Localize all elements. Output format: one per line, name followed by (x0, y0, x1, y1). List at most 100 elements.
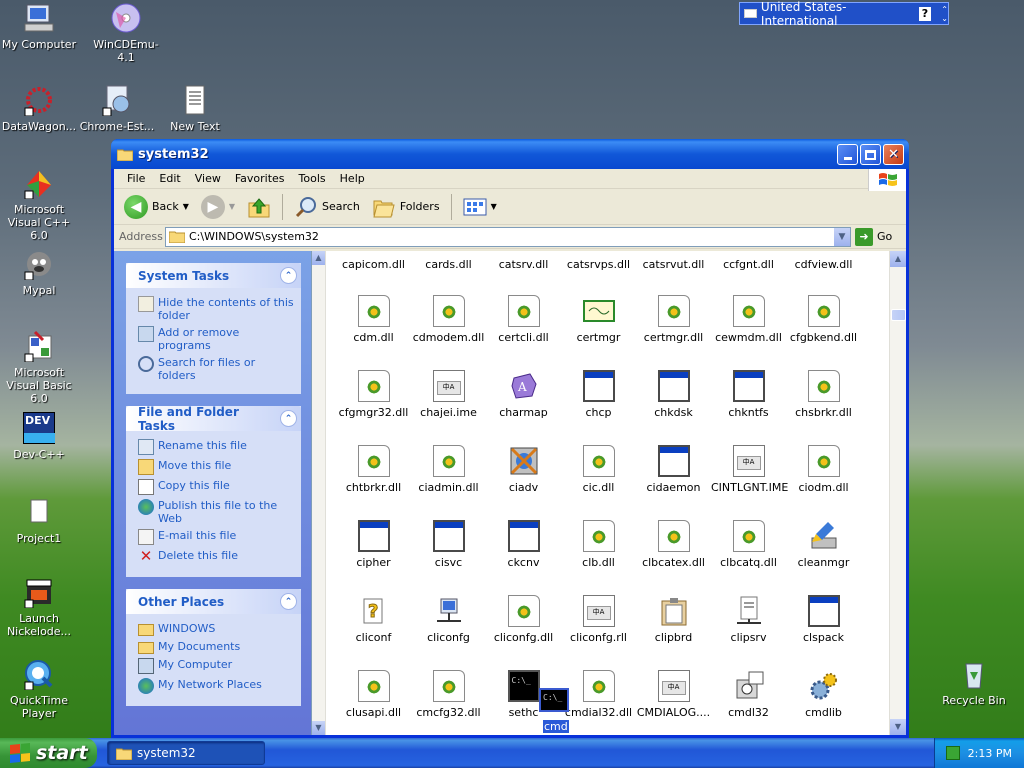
file-item[interactable]: cleanmgr (786, 520, 861, 569)
views-button[interactable]: ▼ (459, 195, 501, 219)
place-my-network[interactable]: My Network Places (138, 678, 295, 694)
place-windows[interactable]: WINDOWS (138, 622, 295, 636)
task-publish-web[interactable]: Publish this file to the Web (138, 499, 295, 525)
taskbar-item-system32[interactable]: system32 (107, 741, 265, 765)
file-item[interactable]: clbcatq.dll (711, 520, 786, 569)
file-list[interactable]: ▲ ▼ capicom.dll cards.dll catsrv.dll catsrv… (311, 251, 906, 735)
back-button[interactable]: ◀ Back ▼ (120, 193, 193, 221)
file-item[interactable]: ciodm.dll (786, 445, 861, 494)
file-item[interactable]: chajei.ime (411, 370, 486, 419)
folders-button[interactable]: Folders (368, 193, 444, 221)
task-copy-file[interactable]: Copy this file (138, 479, 295, 495)
file-item[interactable]: clusapi.dll (336, 670, 411, 719)
desktop-icon-mypal[interactable]: Mypal (0, 248, 78, 297)
file-item[interactable]: cmdial32.dll (561, 670, 636, 719)
menu-tools[interactable]: Tools (292, 172, 333, 185)
file-item[interactable]: ciadv (486, 445, 561, 494)
dragged-cmd-icon[interactable] (539, 688, 569, 712)
task-move-file[interactable]: Move this file (138, 459, 295, 475)
file-item[interactable]: ciadmin.dll (411, 445, 486, 494)
collapse-chevron-icon[interactable]: ⌃ (280, 410, 297, 427)
address-input[interactable]: C:\WINDOWS\system32 ▼ (165, 226, 851, 247)
file-item[interactable]: chsbrkr.dll (786, 370, 861, 419)
desktop-icon-quicktime[interactable]: QuickTime Player (0, 658, 78, 720)
file-item-label[interactable]: catsrvps.dll (561, 258, 636, 271)
desktop-icon-chrome-est[interactable]: Chrome-Est... (78, 84, 156, 133)
file-item[interactable]: chkntfs (711, 370, 786, 419)
minimize-button[interactable] (837, 144, 858, 165)
file-item[interactable]: chtbrkr.dll (336, 445, 411, 494)
file-item[interactable]: cidaemon (636, 445, 711, 494)
task-rename-file[interactable]: Rename this file (138, 439, 295, 455)
desktop-icon-new-text[interactable]: New Text (156, 84, 234, 133)
desktop-icon-datawagon[interactable]: DataWagon... (0, 84, 78, 133)
file-item[interactable]: clipbrd (636, 595, 711, 644)
task-delete-file[interactable]: ✕ Delete this file (138, 549, 295, 565)
dropdown-arrow-icon[interactable]: ▼ (183, 202, 189, 211)
collapse-chevron-icon[interactable]: ⌃ (280, 593, 297, 610)
file-item[interactable]: cdmodem.dll (411, 295, 486, 344)
file-item-label[interactable]: cdfview.dll (786, 258, 861, 271)
file-item[interactable]: clipsrv (711, 595, 786, 644)
file-item[interactable]: chcp (561, 370, 636, 419)
vertical-scrollbar[interactable]: ▲ ▼ (889, 251, 906, 735)
scroll-down-icon[interactable]: ▼ (890, 719, 906, 735)
file-item[interactable]: cic.dll (561, 445, 636, 494)
file-item[interactable]: chkdsk (636, 370, 711, 419)
file-item[interactable]: certmgr.dll (636, 295, 711, 344)
inner-scrollbar[interactable]: ▲ ▼ (312, 251, 326, 735)
scroll-up-icon[interactable]: ▲ (312, 251, 325, 265)
desktop-icon-nickelodeon[interactable]: Launch Nickelode... (0, 576, 78, 638)
file-item[interactable]: cewmdm.dll (711, 295, 786, 344)
scroll-down-icon[interactable]: ▼ (312, 721, 325, 735)
menu-help[interactable]: Help (333, 172, 372, 185)
address-dropdown-icon[interactable]: ▼ (833, 227, 850, 246)
close-button[interactable]: ✕ (883, 144, 904, 165)
other-places-header[interactable]: Other Places ⌃ (126, 589, 301, 614)
place-my-documents[interactable]: My Documents (138, 640, 295, 654)
file-item[interactable]: cliconfg.rll (561, 595, 636, 644)
file-item[interactable]: CINTLGNT.IME (711, 445, 788, 494)
title-bar[interactable]: system32 ✕ (111, 139, 909, 169)
file-item-label[interactable]: catsrvut.dll (636, 258, 711, 271)
desktop-icon-recycle-bin[interactable]: Recycle Bin (935, 658, 1013, 707)
file-item[interactable]: cmcfg32.dll (411, 670, 486, 719)
start-button[interactable]: start (0, 738, 97, 768)
desktop-icon-wincdemu[interactable]: WinCDEmu-4.1 (87, 2, 165, 64)
desktop-icon-devcpp[interactable]: DEV Dev-C++ (0, 412, 78, 461)
file-item[interactable]: cfgmgr32.dll (336, 370, 411, 419)
desktop-icon-vc6[interactable]: Microsoft Visual C++ 6.0 (0, 167, 78, 242)
network-icon[interactable] (945, 746, 960, 760)
file-item[interactable]: ? cliconf (336, 595, 411, 644)
file-item[interactable]: cfgbkend.dll (786, 295, 861, 344)
collapse-chevron-icon[interactable]: ⌃ (280, 267, 297, 284)
file-item[interactable]: cdm.dll (336, 295, 411, 344)
task-email-file[interactable]: E-mail this file (138, 529, 295, 545)
file-item[interactable]: cmdl32 (711, 670, 786, 719)
place-my-computer[interactable]: My Computer (138, 658, 295, 674)
help-icon[interactable]: ? (918, 6, 932, 21)
file-item[interactable]: cipher (336, 520, 411, 569)
file-item-label[interactable]: capicom.dll (336, 258, 411, 271)
file-item[interactable]: cmdlib (786, 670, 861, 719)
file-item[interactable]: clb.dll (561, 520, 636, 569)
file-item[interactable]: Acharmap (486, 370, 561, 419)
menu-file[interactable]: File (120, 172, 152, 185)
go-button[interactable]: ➜ Go (855, 227, 892, 246)
file-item[interactable]: clspack (786, 595, 861, 644)
file-item[interactable]: CMDIALOG.... (636, 670, 711, 719)
file-item[interactable]: ckcnv (486, 520, 561, 569)
file-item[interactable]: cliconfg.dll (486, 595, 561, 644)
language-bar-options-icon[interactable]: ⌃ ⌄ (941, 5, 948, 23)
scroll-up-icon[interactable]: ▲ (890, 251, 906, 267)
menu-favorites[interactable]: Favorites (228, 172, 292, 185)
task-search-files[interactable]: Search for files or folders (138, 356, 295, 382)
file-item-label[interactable]: ccfgnt.dll (711, 258, 786, 271)
scroll-thumb[interactable] (891, 309, 906, 321)
file-item-label[interactable]: cards.dll (411, 258, 486, 271)
menu-view[interactable]: View (188, 172, 228, 185)
up-folder-button[interactable] (243, 193, 275, 221)
file-item[interactable]: certmgr (561, 295, 636, 344)
task-add-remove-programs[interactable]: Add or remove programs (138, 326, 295, 352)
task-hide-contents[interactable]: Hide the contents of this folder (138, 296, 295, 322)
